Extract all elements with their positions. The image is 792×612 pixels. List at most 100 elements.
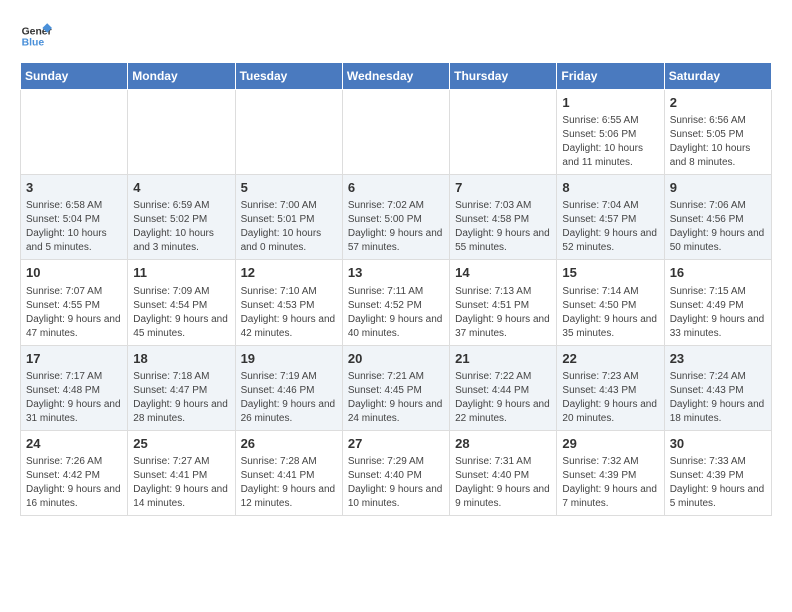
day-number: 11 — [133, 264, 229, 282]
calendar-cell: 10 Sunrise: 7:07 AM Sunset: 4:55 PM Dayli… — [21, 260, 128, 345]
day-number: 12 — [241, 264, 337, 282]
calendar-cell: 21 Sunrise: 7:22 AM Sunset: 4:44 PM Dayli… — [450, 345, 557, 430]
day-info: Sunrise: 6:59 AM Sunset: 5:02 PM Dayligh… — [133, 199, 229, 255]
calendar-cell: 14 Sunrise: 7:13 AM Sunset: 4:51 PM Dayli… — [450, 260, 557, 345]
day-info: Sunrise: 7:06 AM Sunset: 4:56 PM Dayligh… — [670, 199, 766, 255]
calendar-cell: 29Sunrise: 7:32 AM Sunset: 4:39 PM Dayli… — [557, 430, 664, 515]
day-info: Sunrise: 7:07 AM Sunset: 4:55 PM Dayligh… — [26, 285, 122, 341]
calendar-cell: 27 Sunrise: 7:29 AM Sunset: 4:40 PM Dayli… — [342, 430, 449, 515]
day-number: 6 — [348, 179, 444, 197]
svg-text:Blue: Blue — [22, 38, 45, 49]
day-info: Sunrise: 7:15 AM Sunset: 4:49 PM Dayligh… — [670, 285, 766, 341]
day-number: 13 — [348, 264, 444, 282]
calendar-cell: 1Sunrise: 6:55 AM Sunset: 5:06 PM Daylig… — [557, 90, 664, 175]
day-info: Sunrise: 7:19 AM Sunset: 4:46 PM Dayligh… — [241, 370, 337, 426]
day-number: 2 — [670, 94, 766, 112]
calendar-header-row: SundayMondayTuesdayWednesdayThursdayFrid… — [21, 63, 772, 90]
day-number: 9 — [670, 179, 766, 197]
calendar-week-4: 17 Sunrise: 7:17 AM Sunset: 4:48 PM Dayli… — [21, 345, 772, 430]
calendar-header-thursday: Thursday — [450, 63, 557, 90]
day-number: 17 — [26, 350, 122, 368]
day-info: Sunrise: 7:21 AM Sunset: 4:45 PM Dayligh… — [348, 370, 444, 426]
calendar-week-2: 3Sunrise: 6:58 AM Sunset: 5:04 PM Daylig… — [21, 175, 772, 260]
calendar-week-5: 24 Sunrise: 7:26 AM Sunset: 4:42 PM Dayli… — [21, 430, 772, 515]
calendar-header-tuesday: Tuesday — [235, 63, 342, 90]
day-number: 30 — [670, 435, 766, 453]
day-info: Sunrise: 7:33 AM Sunset: 4:39 PM Dayligh… — [670, 455, 766, 511]
day-number: 8 — [562, 179, 658, 197]
calendar-cell: 11 Sunrise: 7:09 AM Sunset: 4:54 PM Dayli… — [128, 260, 235, 345]
day-info: Sunrise: 7:32 AM Sunset: 4:39 PM Dayligh… — [562, 455, 658, 511]
calendar-cell: 15 Sunrise: 7:14 AM Sunset: 4:50 PM Dayli… — [557, 260, 664, 345]
day-info: Sunrise: 7:03 AM Sunset: 4:58 PM Dayligh… — [455, 199, 551, 255]
day-info: Sunrise: 7:24 AM Sunset: 4:43 PM Dayligh… — [670, 370, 766, 426]
day-info: Sunrise: 7:18 AM Sunset: 4:47 PM Dayligh… — [133, 370, 229, 426]
day-info: Sunrise: 7:04 AM Sunset: 4:57 PM Dayligh… — [562, 199, 658, 255]
day-info: Sunrise: 6:55 AM Sunset: 5:06 PM Dayligh… — [562, 114, 658, 170]
day-info: Sunrise: 7:29 AM Sunset: 4:40 PM Dayligh… — [348, 455, 444, 511]
calendar-cell: 13 Sunrise: 7:11 AM Sunset: 4:52 PM Dayli… — [342, 260, 449, 345]
calendar-header-sunday: Sunday — [21, 63, 128, 90]
day-info: Sunrise: 7:17 AM Sunset: 4:48 PM Dayligh… — [26, 370, 122, 426]
calendar-table: SundayMondayTuesdayWednesdayThursdayFrid… — [20, 62, 772, 516]
day-number: 19 — [241, 350, 337, 368]
calendar-cell: 17 Sunrise: 7:17 AM Sunset: 4:48 PM Dayli… — [21, 345, 128, 430]
day-number: 15 — [562, 264, 658, 282]
calendar-cell: 19 Sunrise: 7:19 AM Sunset: 4:46 PM Dayli… — [235, 345, 342, 430]
calendar-cell — [21, 90, 128, 175]
calendar-cell: 9 Sunrise: 7:06 AM Sunset: 4:56 PM Daylig… — [664, 175, 771, 260]
calendar-cell — [450, 90, 557, 175]
calendar-cell: 22 Sunrise: 7:23 AM Sunset: 4:43 PM Dayli… — [557, 345, 664, 430]
day-info: Sunrise: 7:31 AM Sunset: 4:40 PM Dayligh… — [455, 455, 551, 511]
day-info: Sunrise: 7:28 AM Sunset: 4:41 PM Dayligh… — [241, 455, 337, 511]
day-info: Sunrise: 7:11 AM Sunset: 4:52 PM Dayligh… — [348, 285, 444, 341]
calendar-cell: 25 Sunrise: 7:27 AM Sunset: 4:41 PM Dayli… — [128, 430, 235, 515]
calendar-cell: 16 Sunrise: 7:15 AM Sunset: 4:49 PM Dayli… — [664, 260, 771, 345]
day-number: 5 — [241, 179, 337, 197]
day-info: Sunrise: 7:00 AM Sunset: 5:01 PM Dayligh… — [241, 199, 337, 255]
calendar-cell: 28 Sunrise: 7:31 AM Sunset: 4:40 PM Dayli… — [450, 430, 557, 515]
calendar-cell: 4 Sunrise: 6:59 AM Sunset: 5:02 PM Daylig… — [128, 175, 235, 260]
day-number: 10 — [26, 264, 122, 282]
calendar-header-friday: Friday — [557, 63, 664, 90]
day-number: 28 — [455, 435, 551, 453]
logo-icon: General Blue — [20, 20, 52, 52]
day-number: 20 — [348, 350, 444, 368]
calendar-cell: 7Sunrise: 7:03 AM Sunset: 4:58 PM Daylig… — [450, 175, 557, 260]
calendar-cell — [128, 90, 235, 175]
day-info: Sunrise: 7:26 AM Sunset: 4:42 PM Dayligh… — [26, 455, 122, 511]
day-number: 27 — [348, 435, 444, 453]
calendar-cell: 8 Sunrise: 7:04 AM Sunset: 4:57 PM Daylig… — [557, 175, 664, 260]
day-info: Sunrise: 7:13 AM Sunset: 4:51 PM Dayligh… — [455, 285, 551, 341]
day-number: 24 — [26, 435, 122, 453]
calendar-cell: 20 Sunrise: 7:21 AM Sunset: 4:45 PM Dayli… — [342, 345, 449, 430]
calendar-cell: 24 Sunrise: 7:26 AM Sunset: 4:42 PM Dayli… — [21, 430, 128, 515]
day-info: Sunrise: 7:14 AM Sunset: 4:50 PM Dayligh… — [562, 285, 658, 341]
day-info: Sunrise: 7:10 AM Sunset: 4:53 PM Dayligh… — [241, 285, 337, 341]
calendar-cell: 3Sunrise: 6:58 AM Sunset: 5:04 PM Daylig… — [21, 175, 128, 260]
day-info: Sunrise: 7:09 AM Sunset: 4:54 PM Dayligh… — [133, 285, 229, 341]
calendar-cell: 2 Sunrise: 6:56 AM Sunset: 5:05 PM Daylig… — [664, 90, 771, 175]
calendar-cell — [342, 90, 449, 175]
logo: General Blue — [20, 20, 56, 52]
calendar-cell: 6 Sunrise: 7:02 AM Sunset: 5:00 PM Daylig… — [342, 175, 449, 260]
calendar-cell — [235, 90, 342, 175]
day-number: 25 — [133, 435, 229, 453]
calendar-header-monday: Monday — [128, 63, 235, 90]
day-info: Sunrise: 7:22 AM Sunset: 4:44 PM Dayligh… — [455, 370, 551, 426]
calendar-header-wednesday: Wednesday — [342, 63, 449, 90]
day-info: Sunrise: 7:27 AM Sunset: 4:41 PM Dayligh… — [133, 455, 229, 511]
day-number: 18 — [133, 350, 229, 368]
day-number: 22 — [562, 350, 658, 368]
day-number: 4 — [133, 179, 229, 197]
day-info: Sunrise: 7:23 AM Sunset: 4:43 PM Dayligh… — [562, 370, 658, 426]
day-number: 23 — [670, 350, 766, 368]
day-number: 21 — [455, 350, 551, 368]
calendar-cell: 26Sunrise: 7:28 AM Sunset: 4:41 PM Dayli… — [235, 430, 342, 515]
day-number: 14 — [455, 264, 551, 282]
calendar-header-saturday: Saturday — [664, 63, 771, 90]
day-info: Sunrise: 7:02 AM Sunset: 5:00 PM Dayligh… — [348, 199, 444, 255]
day-info: Sunrise: 6:56 AM Sunset: 5:05 PM Dayligh… — [670, 114, 766, 170]
day-number: 16 — [670, 264, 766, 282]
calendar-cell: 5 Sunrise: 7:00 AM Sunset: 5:01 PM Daylig… — [235, 175, 342, 260]
